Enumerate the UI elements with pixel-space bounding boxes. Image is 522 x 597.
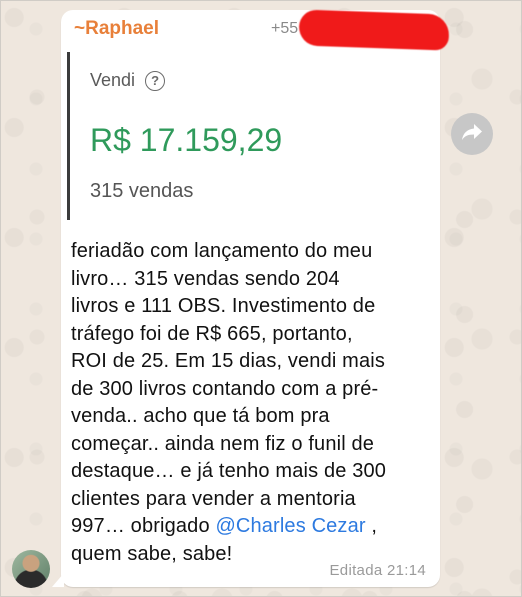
message-line: clientes para vender a mentoria [71, 487, 356, 510]
chat-background: ~Raphael +55 Vendi ? R$ 17.159,29 315 ve… [0, 0, 522, 597]
message-line: ROI de 25. Em 15 dias, vendi mais [71, 350, 385, 372]
message-line: livros e 111 OBS. Investimento de [71, 295, 376, 317]
message-line: tráfego foi de R$ 665, portanto, [71, 322, 353, 345]
forward-button[interactable] [451, 113, 493, 155]
edited-label: Editada [329, 562, 383, 579]
mention-prefix: 997… obrigado [71, 515, 216, 537]
quoted-card-label: Vendi [90, 70, 136, 90]
mention-link[interactable]: @Charles Cezar [215, 515, 365, 537]
message-line: destaque… e já tenho mais de 300 [71, 460, 387, 482]
message-line: livro… 315 vendas sendo 204 [71, 267, 340, 290]
message-time: 21:14 [386, 562, 426, 579]
forward-arrow-icon [461, 123, 483, 146]
avatar[interactable] [12, 550, 50, 588]
quoted-sales-card[interactable]: Vendi ? R$ 17.159,29 315 vendas [67, 52, 433, 220]
help-circle-icon: ? [145, 70, 166, 91]
sales-count: 315 vendas [90, 180, 194, 202]
message-meta: Editada 21:14 [330, 562, 427, 579]
message-text: feriadão com lançamento do meu livro… 31… [71, 238, 426, 568]
message-line: venda.. acho que tá bom pra [71, 405, 330, 427]
quoted-card-header: Vendi ? [90, 70, 166, 91]
message-line: feriadão com lançamento do meu [71, 240, 373, 262]
sender-phone: +55 [271, 20, 299, 37]
redaction-mark [298, 9, 450, 51]
sender-name[interactable]: ~Raphael [74, 18, 159, 40]
message-bubble[interactable]: ~Raphael +55 Vendi ? R$ 17.159,29 315 ve… [52, 9, 450, 587]
sales-amount: R$ 17.159,29 [90, 122, 283, 158]
message-line: de 300 livros contando com a pré- [71, 377, 379, 400]
mention-suffix: , [365, 515, 378, 537]
message-line: começar.. ainda nem fiz o funil de [71, 432, 375, 455]
message-line-mention: 997… obrigado @Charles Cezar , [71, 513, 426, 541]
